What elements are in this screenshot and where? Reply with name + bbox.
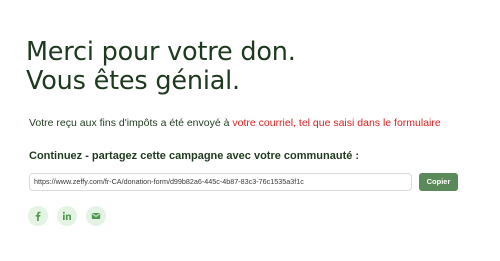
email-icon	[91, 213, 101, 219]
receipt-message: Votre reçu aux fins d'impôts a été envoy…	[29, 117, 441, 129]
title-line-2: Vous êtes génial.	[26, 66, 240, 96]
receipt-text: Votre reçu aux fins d'impôts a été envoy…	[29, 117, 233, 129]
facebook-icon	[35, 211, 41, 221]
copy-button[interactable]: Copier	[419, 173, 458, 191]
facebook-share-button[interactable]	[28, 206, 48, 226]
linkedin-share-button[interactable]	[57, 206, 77, 226]
title-line-1: Merci pour votre don.	[26, 37, 296, 67]
confirmation-page: Merci pour votre don. Vous êtes génial. …	[0, 0, 500, 261]
share-url-field[interactable]: https://www.zeffy.com/fr-CA/donation-for…	[29, 173, 412, 191]
page-title: Merci pour votre don. Vous êtes génial.	[26, 38, 296, 96]
social-share-buttons	[28, 206, 106, 226]
linkedin-icon	[62, 211, 71, 220]
email-share-button[interactable]	[86, 206, 106, 226]
share-heading: Continuez - partagez cette campagne avec…	[29, 150, 360, 162]
receipt-email-note: votre courriel, tel que saisi dans le fo…	[232, 117, 441, 129]
